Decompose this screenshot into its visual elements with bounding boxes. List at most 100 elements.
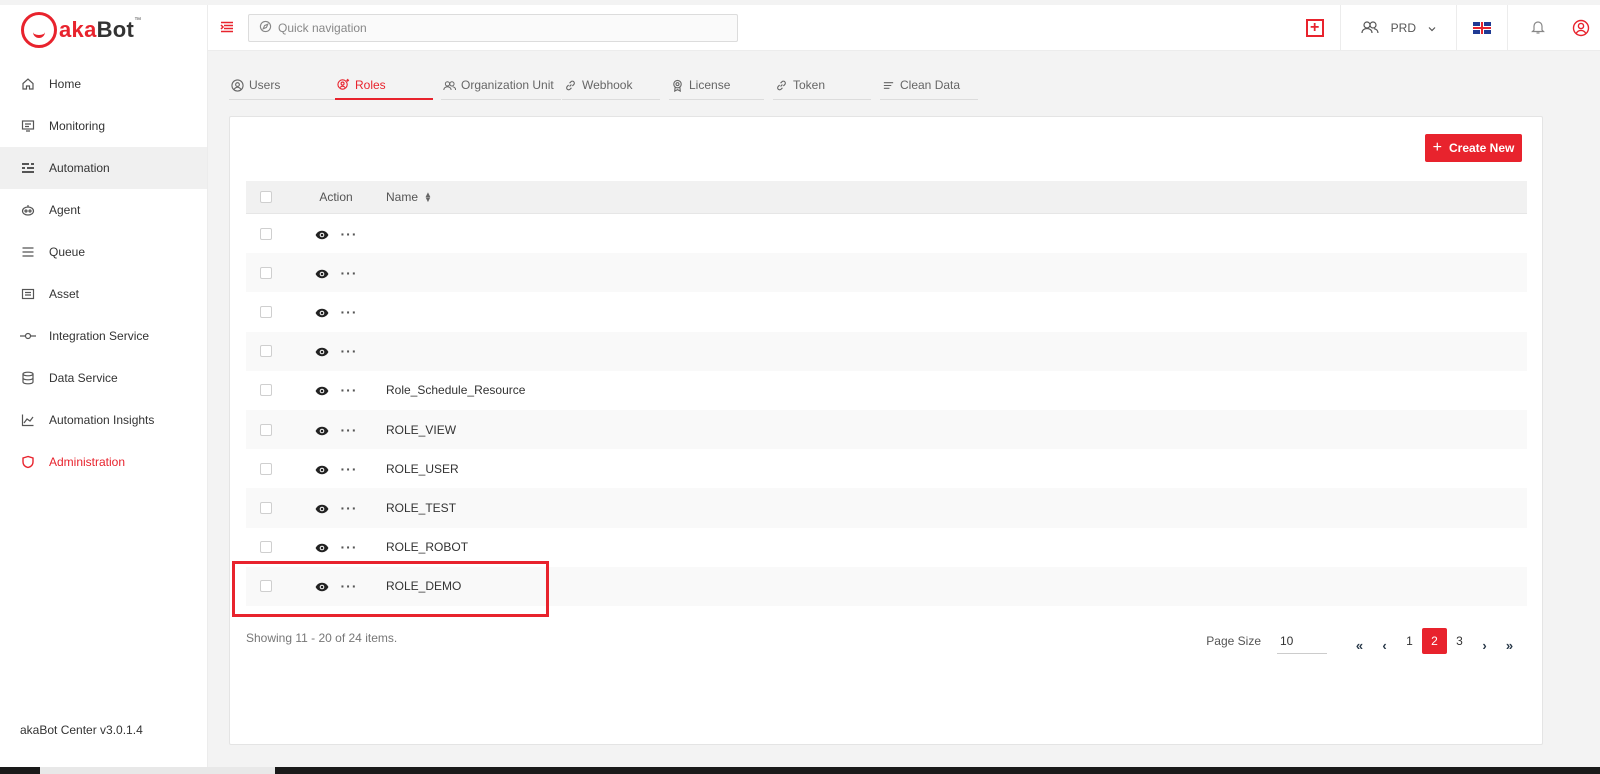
menu-toggle-icon[interactable]: [220, 20, 234, 34]
tab-organization-unit[interactable]: Organization Unit: [441, 71, 561, 100]
clean-icon: [882, 79, 895, 92]
more-options-icon[interactable]: ···: [341, 501, 358, 515]
agent-icon: [20, 202, 36, 218]
sidebar-item-data-service[interactable]: Data Service: [0, 357, 207, 399]
role-name: ROLE_ROBOT: [386, 540, 469, 555]
view-eye-icon[interactable]: [315, 425, 329, 435]
sidebar-item-label: Monitoring: [49, 119, 106, 133]
table-row: ··· ROLE_VIEW: [246, 409, 1527, 450]
sidebar-item-home[interactable]: Home: [0, 63, 207, 105]
view-eye-icon[interactable]: [315, 503, 329, 514]
table-row: ···: [246, 292, 1527, 331]
view-eye-icon[interactable]: [315, 542, 329, 553]
sidebar-item-integration-service[interactable]: Integration Service: [0, 315, 207, 357]
chevron-down-icon: [1428, 21, 1436, 35]
sidebar-item-label: Queue: [49, 245, 86, 259]
row-checkbox[interactable]: [260, 384, 272, 397]
tab-clean-data[interactable]: Clean Data: [880, 71, 978, 100]
license-icon: [671, 79, 684, 92]
page-button-3[interactable]: 3: [1447, 628, 1472, 654]
table-row: ···: [246, 331, 1527, 371]
sidebar-item-label: Automation Insights: [49, 413, 155, 427]
row-checkbox[interactable]: [260, 266, 272, 279]
row-checkbox[interactable]: [260, 462, 272, 475]
page-size-label: Page Size: [1206, 634, 1261, 648]
sidebar-item-queue[interactable]: Queue: [0, 231, 207, 273]
quick-navigation[interactable]: [248, 14, 738, 42]
sidebar-item-label: Administration: [49, 455, 126, 469]
sidebar-nav: Home Monitoring Automation Agent Queue A…: [0, 63, 207, 483]
database-icon: [20, 370, 36, 386]
next-page-icon[interactable]: ›: [1472, 632, 1497, 658]
sidebar-item-monitoring[interactable]: Monitoring: [0, 105, 207, 147]
view-eye-icon[interactable]: [315, 229, 329, 239]
row-checkbox[interactable]: [260, 345, 272, 358]
environment-label: PRD: [1390, 21, 1416, 35]
sidebar-item-asset[interactable]: Asset: [0, 273, 207, 315]
row-checkbox[interactable]: [260, 423, 272, 436]
row-checkbox[interactable]: [260, 227, 272, 240]
user-profile-icon[interactable]: [1572, 19, 1590, 37]
more-options-icon[interactable]: ···: [341, 383, 358, 397]
sort-icon[interactable]: ▲ ▼: [424, 191, 432, 204]
add-icon[interactable]: +: [1305, 19, 1324, 37]
app-version: akaBot Center v3.0.1.4: [20, 723, 143, 737]
view-eye-icon[interactable]: [315, 307, 329, 318]
user-icon: [231, 78, 244, 92]
more-options-icon[interactable]: ···: [341, 266, 358, 280]
shield-icon: [20, 454, 36, 470]
sidebar-item-automation-insights[interactable]: Automation Insights: [0, 399, 207, 441]
row-checkbox[interactable]: [260, 541, 272, 554]
automation-icon: [20, 160, 36, 176]
more-options-icon[interactable]: ···: [341, 423, 358, 437]
asset-icon: [20, 286, 36, 302]
more-options-icon[interactable]: ···: [341, 227, 358, 241]
tab-webhook[interactable]: Webhook: [562, 71, 660, 100]
column-header-name[interactable]: Name ▲ ▼: [386, 190, 1527, 204]
table-header: Action Name ▲ ▼: [246, 181, 1527, 214]
sidebar: akaBot ™ Home Monitoring Automation Agen…: [0, 5, 208, 767]
view-eye-icon[interactable]: [315, 268, 329, 278]
highlight-box: [232, 561, 549, 617]
page-button-2[interactable]: 2: [1422, 628, 1447, 654]
more-options-icon[interactable]: ···: [341, 344, 358, 358]
logo-mark-icon: [21, 12, 57, 48]
table-row: ··· ROLE_USER: [246, 449, 1527, 488]
more-options-icon[interactable]: ···: [341, 540, 358, 554]
first-page-icon[interactable]: «: [1347, 632, 1372, 658]
roles-table: Action Name ▲ ▼ ··· ··· ··· ··· ··· Role…: [246, 181, 1527, 606]
row-checkbox[interactable]: [260, 305, 272, 318]
chart-icon: [20, 412, 36, 428]
akabot-logo[interactable]: akaBot ™: [0, 5, 207, 55]
sidebar-item-automation[interactable]: Automation: [0, 147, 207, 189]
sidebar-item-administration[interactable]: Administration: [0, 441, 207, 483]
pagination: Page Size « ‹ 1 2 3 › »: [1206, 624, 1522, 658]
integration-icon: [20, 328, 36, 344]
uk-flag-icon[interactable]: [1473, 22, 1491, 34]
create-new-button[interactable]: + Create New: [1425, 134, 1522, 162]
queue-icon: [20, 244, 36, 260]
environment-selector[interactable]: PRD: [1341, 20, 1456, 37]
quick-navigation-input[interactable]: [278, 21, 718, 35]
previous-page-icon[interactable]: ‹: [1372, 632, 1397, 658]
more-options-icon[interactable]: ···: [341, 305, 358, 319]
page-button-1[interactable]: 1: [1397, 628, 1422, 654]
row-checkbox[interactable]: [260, 501, 272, 514]
bell-icon[interactable]: [1530, 19, 1548, 37]
link-icon: [775, 79, 788, 92]
view-eye-icon[interactable]: [315, 464, 329, 474]
last-page-icon[interactable]: »: [1497, 632, 1522, 658]
select-all-checkbox[interactable]: [260, 191, 272, 203]
role-name: ROLE_USER: [386, 461, 459, 476]
tab-roles[interactable]: Roles: [335, 71, 433, 100]
top-right-actions: + PRD: [1305, 5, 1590, 51]
more-options-icon[interactable]: ···: [341, 462, 358, 476]
table-row: ···: [246, 214, 1527, 253]
tab-token[interactable]: Token: [773, 71, 871, 100]
sidebar-item-agent[interactable]: Agent: [0, 189, 207, 231]
view-eye-icon[interactable]: [315, 346, 329, 357]
tab-license[interactable]: License: [669, 71, 764, 100]
view-eye-icon[interactable]: [315, 385, 329, 396]
page-size-input[interactable]: [1277, 628, 1327, 654]
tab-users[interactable]: Users: [229, 71, 335, 100]
